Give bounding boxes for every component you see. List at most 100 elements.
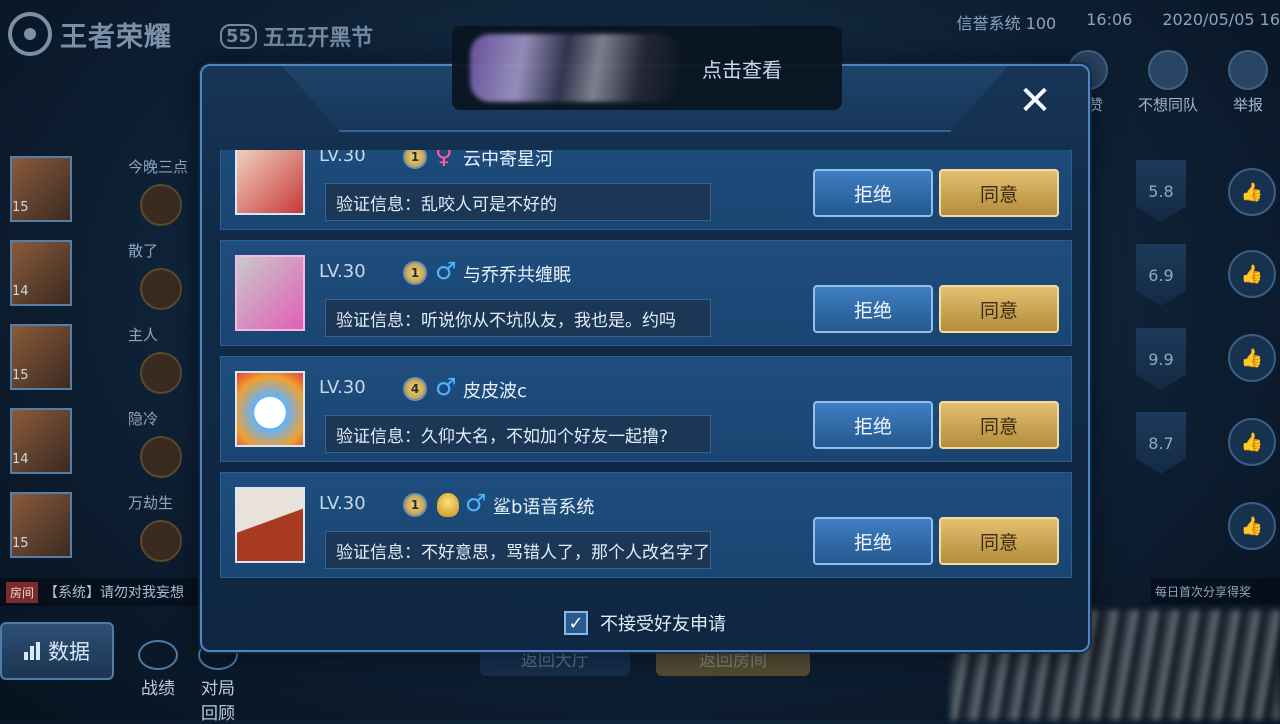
thumbs-up-icon[interactable]: 👍 — [1228, 168, 1276, 216]
nickname: 云中寄星河 — [463, 150, 553, 170]
logo-icon — [8, 12, 52, 56]
player-level: 15 — [12, 200, 29, 215]
tooltip-popup[interactable]: 点击查看 — [452, 26, 842, 110]
player-level: 15 — [12, 368, 29, 383]
record-label: 战绩 — [141, 679, 175, 699]
verify-text: 不好意思，骂错人了，那个人改名字了 — [421, 542, 710, 563]
verify-message: 验证信息： 听说你从不坑队友，我也是。约吗 — [325, 299, 711, 337]
bar-chart-icon — [24, 642, 40, 660]
accept-button[interactable]: 同意 — [939, 401, 1059, 449]
verify-text: 乱咬人可是不好的 — [421, 194, 557, 215]
system-message-bar: 房间 【系统】请勿对我妄想 — [0, 578, 205, 606]
replay-label: 对局回顾 — [201, 679, 235, 724]
rank-badge-icon: 1 — [403, 150, 427, 169]
tooltip-text: 点击查看 — [702, 58, 782, 82]
player-name: 隐冷 — [128, 410, 159, 428]
player-name: 万劫生 — [128, 494, 174, 512]
not-same-team-action[interactable]: 不想同队 — [1136, 50, 1200, 115]
equipment-icon — [140, 352, 182, 394]
reject-button[interactable]: 拒绝 — [813, 517, 933, 565]
close-button[interactable]: ✕ — [1010, 78, 1060, 124]
replay-button[interactable]: 对局回顾 — [198, 640, 238, 724]
player-row: 15 今晚三点 — [0, 150, 210, 234]
report-action[interactable]: 举报 — [1216, 50, 1280, 115]
room-tag: 房间 — [6, 581, 39, 603]
player-list: 15 今晚三点 14 散了 15 主人 14 隐冷 15 万劫生 — [0, 150, 210, 570]
player-level: LV.30 — [319, 150, 366, 166]
status-line: 信誉系统 100 16:06 2020/05/05 16 — [957, 10, 1280, 34]
game-logo: 王者荣耀 — [8, 12, 172, 56]
player-name: 主人 — [128, 326, 159, 344]
request-row: LV.30 4 ♂ 皮皮波c 验证信息： 久仰大名，不如加个好友一起撸? 拒绝 … — [220, 356, 1072, 462]
reject-button[interactable]: 拒绝 — [813, 169, 933, 217]
share-bar[interactable]: 每日首次分享得奖 — [1151, 578, 1280, 604]
reject-button[interactable]: 拒绝 — [813, 401, 933, 449]
nickname: 与乔乔共缠眠 — [463, 265, 571, 286]
rank-badge-icon: 1 — [403, 261, 427, 285]
report-label: 举报 — [1232, 96, 1263, 114]
accept-button[interactable]: 同意 — [939, 517, 1059, 565]
verify-message: 验证信息： 久仰大名，不如加个好友一起撸? — [325, 415, 711, 453]
player-level: LV.30 — [319, 493, 366, 514]
player-level: 14 — [12, 284, 29, 299]
verify-message: 验证信息： 乱咬人可是不好的 — [325, 183, 711, 221]
scribble-overlay — [470, 34, 680, 102]
verify-prefix: 验证信息： — [336, 542, 421, 563]
verify-prefix: 验证信息： — [336, 310, 421, 331]
player-name: 散了 — [128, 242, 159, 260]
date: 2020/05/05 16 — [1162, 10, 1280, 29]
equipment-icon — [140, 436, 182, 478]
verify-text: 久仰大名，不如加个好友一起撸? — [421, 426, 669, 447]
player-row: 15 万劫生 — [0, 486, 210, 570]
rank-badge-icon: 4 — [403, 377, 427, 401]
score-badge: 8.7 — [1136, 412, 1186, 474]
player-level: LV.30 — [319, 261, 366, 282]
reject-all-toggle[interactable]: ✓ 不接受好友申请 — [202, 610, 1088, 636]
player-name: 今晚三点 — [128, 158, 189, 176]
close-icon: ✕ — [1018, 78, 1052, 124]
request-row: LV.30 1 ♀ 云中寄星河 验证信息： 乱咬人可是不好的 拒绝 同意 — [220, 150, 1072, 230]
score-badge: 5.8 — [1136, 160, 1186, 222]
player-row: 15 主人 — [0, 318, 210, 402]
score-badge: 6.9 — [1136, 244, 1186, 306]
avatar[interactable] — [235, 150, 305, 215]
festival-badge: 55 — [220, 23, 258, 49]
not-same-team-label: 不想同队 — [1137, 96, 1198, 114]
warning-icon — [1228, 50, 1268, 90]
player-level: 15 — [12, 536, 29, 551]
equipment-icon — [140, 268, 182, 310]
thumbs-up-icon[interactable]: 👍 — [1228, 502, 1276, 550]
equipment-icon — [140, 184, 182, 226]
thumbs-up-icon[interactable]: 👍 — [1228, 334, 1276, 382]
request-row: LV.30 1 ♂ 鲨b语音系统 验证信息： 不好意思，骂错人了，那个人改名字了… — [220, 472, 1072, 578]
accept-button[interactable]: 同意 — [939, 285, 1059, 333]
player-row: 14 散了 — [0, 234, 210, 318]
penguin-icon — [437, 493, 459, 517]
male-icon: ♂ — [465, 489, 487, 517]
request-list[interactable]: LV.30 1 ♀ 云中寄星河 验证信息： 乱咬人可是不好的 拒绝 同意 LV.… — [220, 150, 1072, 580]
reject-button[interactable]: 拒绝 — [813, 285, 933, 333]
male-icon: ♂ — [435, 257, 457, 285]
player-level: LV.30 — [319, 377, 366, 398]
nickname: 鲨b语音系统 — [493, 497, 595, 518]
player-row: 14 隐冷 — [0, 402, 210, 486]
avatar[interactable] — [235, 255, 305, 331]
record-button[interactable]: 战绩 — [138, 640, 178, 699]
avatar[interactable] — [235, 371, 305, 447]
friend-request-dialog: 点击查看 ✕ LV.30 1 ♀ 云中寄星河 验证信息： 乱咬人可是不好的 拒绝… — [200, 26, 1090, 652]
rank-badge-icon: 1 — [403, 493, 427, 517]
data-button[interactable]: 数据 — [0, 622, 114, 680]
checkbox-checked-icon[interactable]: ✓ — [564, 611, 588, 635]
female-icon: ♀ — [435, 150, 453, 169]
credit-score: 信誉系统 100 — [956, 14, 1057, 33]
equipment-icon — [140, 520, 182, 562]
festival-banner: 55 五五开黑节 — [220, 20, 373, 52]
system-message-text: 【系统】请勿对我妄想 — [44, 585, 185, 601]
accept-button[interactable]: 同意 — [939, 169, 1059, 217]
avatar[interactable] — [235, 487, 305, 563]
player-level: 14 — [12, 452, 29, 467]
data-button-label: 数据 — [48, 640, 90, 664]
thumbs-up-icon[interactable]: 👍 — [1228, 418, 1276, 466]
verify-prefix: 验证信息： — [336, 426, 421, 447]
thumbs-up-icon[interactable]: 👍 — [1228, 250, 1276, 298]
